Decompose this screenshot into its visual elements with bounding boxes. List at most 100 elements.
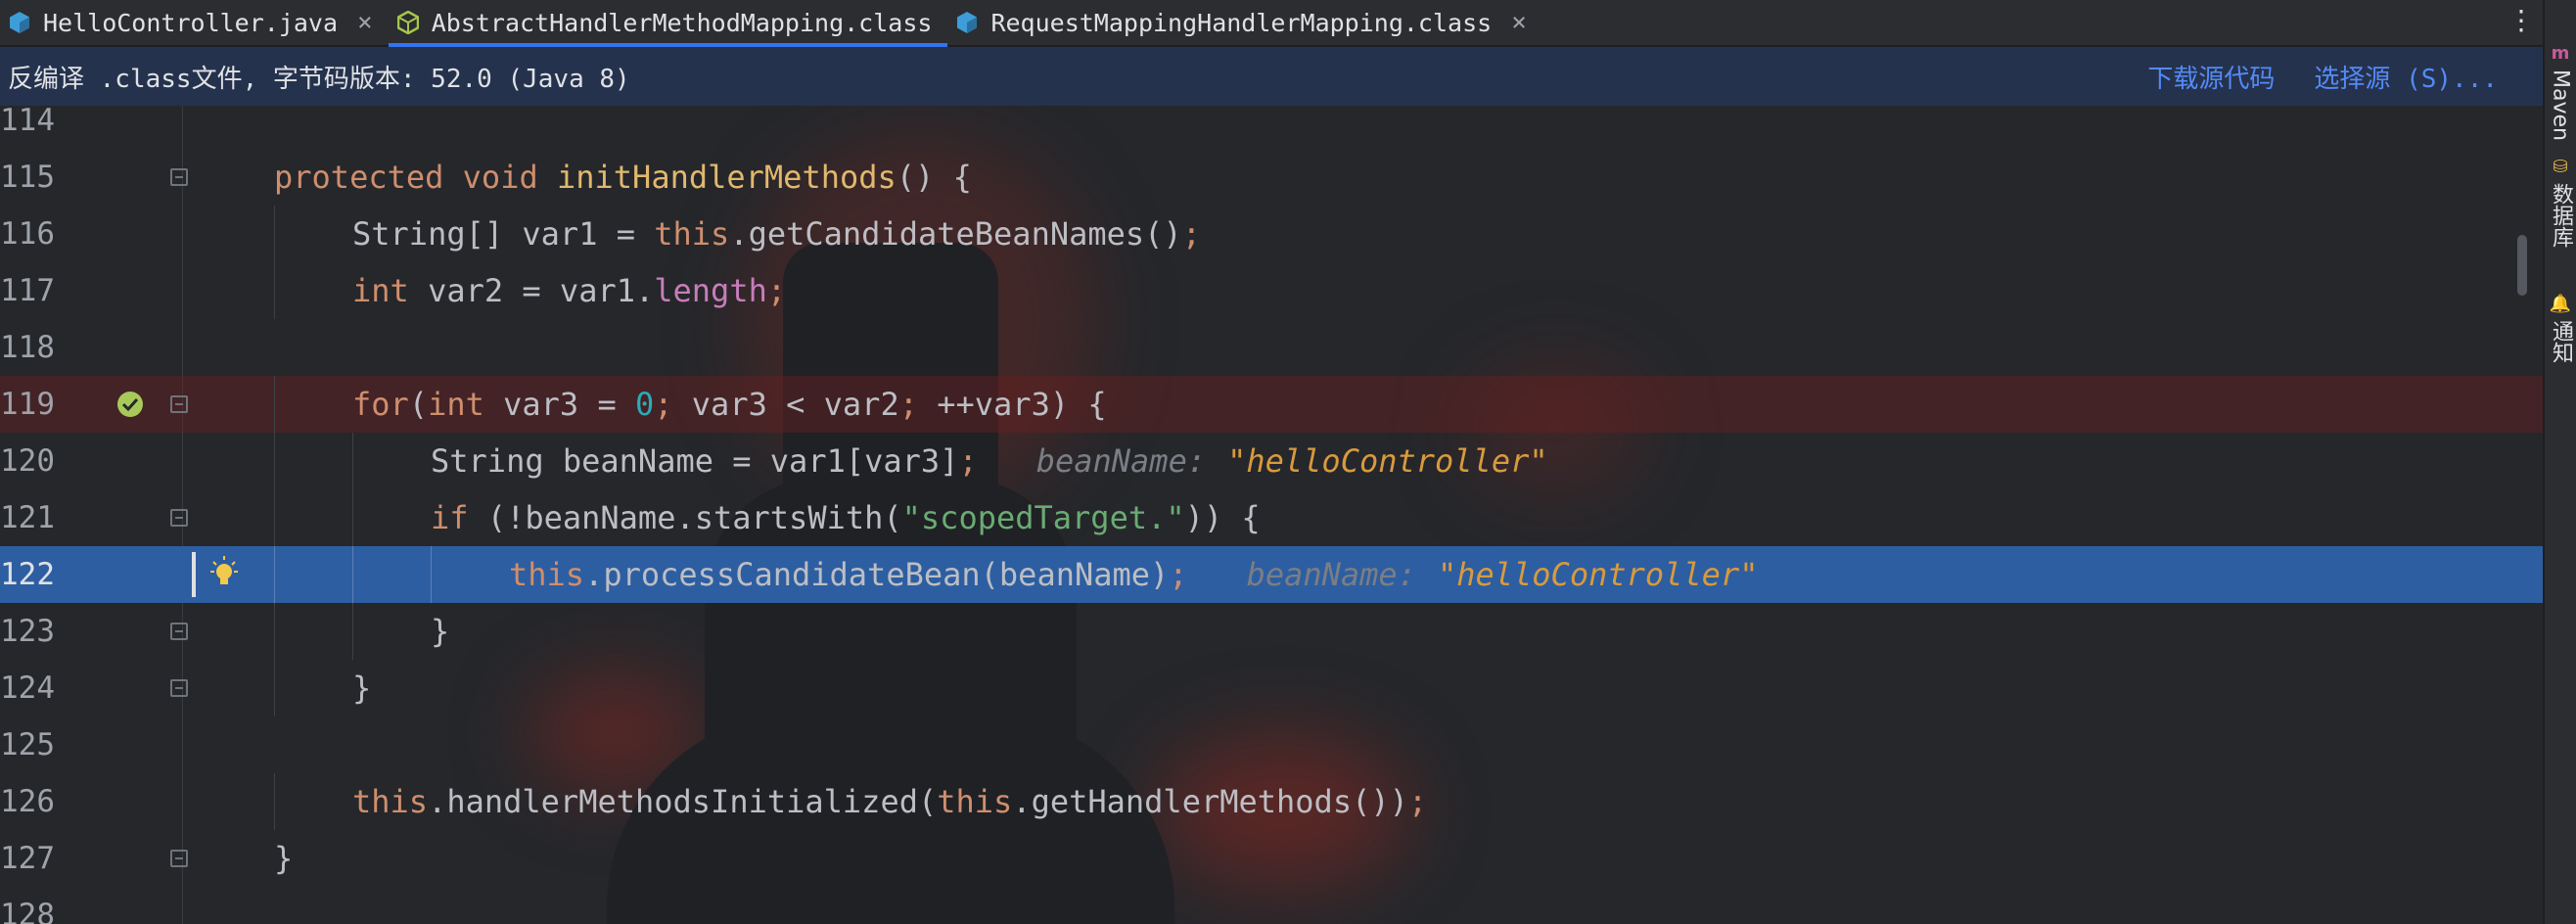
line-number[interactable]: 120 [0,433,55,489]
code-text[interactable]: } [274,830,293,887]
database-label: 数据库 [2549,183,2573,248]
code-token: String beanName = var1[var3] [431,442,959,480]
line-number[interactable]: 121 [0,489,55,546]
line-number[interactable]: 117 [0,262,55,319]
code-token: .processCandidateBean(beanName) [584,556,1170,593]
java-class-icon [8,11,31,34]
fold-end-icon[interactable] [170,850,188,867]
tab-hello-controller[interactable]: HelloController.java × [0,0,389,45]
choose-sources-link[interactable]: 选择源 (S)... [2314,59,2498,95]
code-text[interactable]: String beanName = var1[var3]; beanName: "h… [431,433,1548,489]
tab-abstract-handler-method-mapping[interactable]: AbstractHandlerMethodMapping.class [388,0,948,47]
code-line[interactable]: 122 this.processCandidateBean(beanName); b… [0,546,2543,603]
code-editor[interactable]: 114 115 protected void initHandlerMethods(… [0,106,2543,924]
code-token: "scopedTarget." [901,499,1185,536]
maven-tool-button[interactable]: m Maven [2545,43,2576,141]
database-tool-button[interactable]: ⛁ 数据库 [2545,157,2576,248]
close-icon[interactable]: × [357,8,373,37]
indent-guide [274,660,275,716]
code-text[interactable]: if (!beanName.startsWith("scopedTarget."… [431,489,1261,546]
code-token: this [352,783,429,820]
indent-guide [274,603,275,660]
fold-end-icon[interactable] [170,623,188,640]
line-number[interactable]: 127 [0,830,55,887]
code-text[interactable]: } [431,603,449,660]
code-line[interactable]: 120 String beanName = var1[var3]; beanName… [0,433,2543,489]
inline-debug-value: "helloController" [1227,442,1548,480]
editor-tab-bar: HelloController.java × AbstractHandlerMe… [0,0,2545,47]
code-token: ; [1169,556,1188,593]
code-text[interactable]: for(int var3 = 0; var3 < var2; ++var3) { [352,376,1107,433]
code-text[interactable]: protected void initHandlerMethods() { [274,149,972,206]
indent-guide [274,489,275,546]
decompiled-notice-banner: 反编译 .class文件, 字节码版本: 52.0 (Java 8) 下载源代码… [0,47,2545,106]
code-token: var2 = var1. [428,272,655,309]
indent-guide [274,546,275,603]
notifications-label: 通知 [2549,320,2573,363]
code-token: ; [1407,783,1428,820]
line-number[interactable]: 119 [0,376,55,433]
indent-guide [352,603,353,660]
code-line[interactable]: 118 [0,319,2543,376]
code-line[interactable]: 116 String[] var1 = this.getCandidateBean… [0,206,2543,262]
code-token: var3 < var2 [691,386,899,423]
editor-scrollbar[interactable] [2517,235,2527,296]
close-icon[interactable]: × [1511,8,1527,37]
code-line[interactable]: 114 [0,106,2543,149]
code-token: this [509,556,585,593]
maven-icon: m [2551,43,2570,64]
indent-guide [431,546,432,603]
code-token: int [352,272,429,309]
code-token: 0 [634,386,655,423]
code-token: int [428,386,504,423]
fold-end-icon[interactable] [170,679,188,697]
code-token: .getCandidateBeanNames() [729,215,1182,253]
indent-guide [352,546,353,603]
fold-collapse-icon[interactable] [170,395,188,413]
code-line[interactable]: 121 if (!beanName.startsWith("scopedTarge… [0,489,2543,546]
abstract-class-icon [396,11,420,34]
code-line[interactable]: 127} [0,830,2543,887]
code-text[interactable]: String[] var1 = this.getCandidateBeanNam… [352,206,1201,262]
indent-guide [274,773,275,830]
line-number[interactable]: 123 [0,603,55,660]
line-number[interactable]: 126 [0,773,55,830]
code-line[interactable]: 119 for(int var3 = 0; var3 < var2; ++var3… [0,376,2543,433]
line-number[interactable]: 114 [0,106,55,149]
code-line[interactable]: 128 [0,887,2543,924]
code-line[interactable]: 126 this.handlerMethodsInitialized(this.g… [0,773,2543,830]
code-line[interactable]: 115 protected void initHandlerMethods() { [0,149,2543,206]
code-token: var3 = [503,386,635,423]
line-number[interactable]: 125 [0,716,55,773]
notifications-tool-button[interactable]: 🔔 通知 [2545,294,2576,363]
code-token: ; [1181,215,1201,253]
line-number[interactable]: 116 [0,206,55,262]
code-line[interactable]: 124} [0,660,2543,716]
code-text[interactable]: this.handlerMethodsInitialized(this.getH… [352,773,1427,830]
code-token: this [654,215,730,253]
code-token: ; [766,272,787,309]
code-token: .getHandlerMethods()) [1012,783,1408,820]
code-text[interactable]: int var2 = var1.length; [352,262,786,319]
line-number[interactable]: 128 [0,887,55,924]
code-text[interactable]: this.processCandidateBean(beanName); bean… [509,546,1758,603]
code-line[interactable]: 117 int var2 = var1.length; [0,262,2543,319]
inline-debug-value: "helloController" [1437,556,1759,593]
code-token: if [431,499,487,536]
code-text[interactable]: } [352,660,371,716]
code-line[interactable]: 125 [0,716,2543,773]
line-number[interactable]: 124 [0,660,55,716]
fold-collapse-icon[interactable] [170,168,188,186]
fold-collapse-icon[interactable] [170,509,188,527]
download-sources-link[interactable]: 下载源代码 [2147,59,2275,95]
line-number[interactable]: 115 [0,149,55,206]
line-number[interactable]: 118 [0,319,55,376]
code-token: initHandlerMethods [556,159,897,196]
line-number[interactable]: 122 [0,546,55,603]
tab-request-mapping-handler-mapping[interactable]: RequestMappingHandlerMapping.class × [947,0,1541,45]
code-token: ( [408,386,429,423]
code-line[interactable]: 123} [0,603,2543,660]
code-token: .handlerMethodsInitialized( [428,783,938,820]
current-line-marker [192,552,196,597]
more-options-icon[interactable]: ⋮ [2507,4,2535,36]
